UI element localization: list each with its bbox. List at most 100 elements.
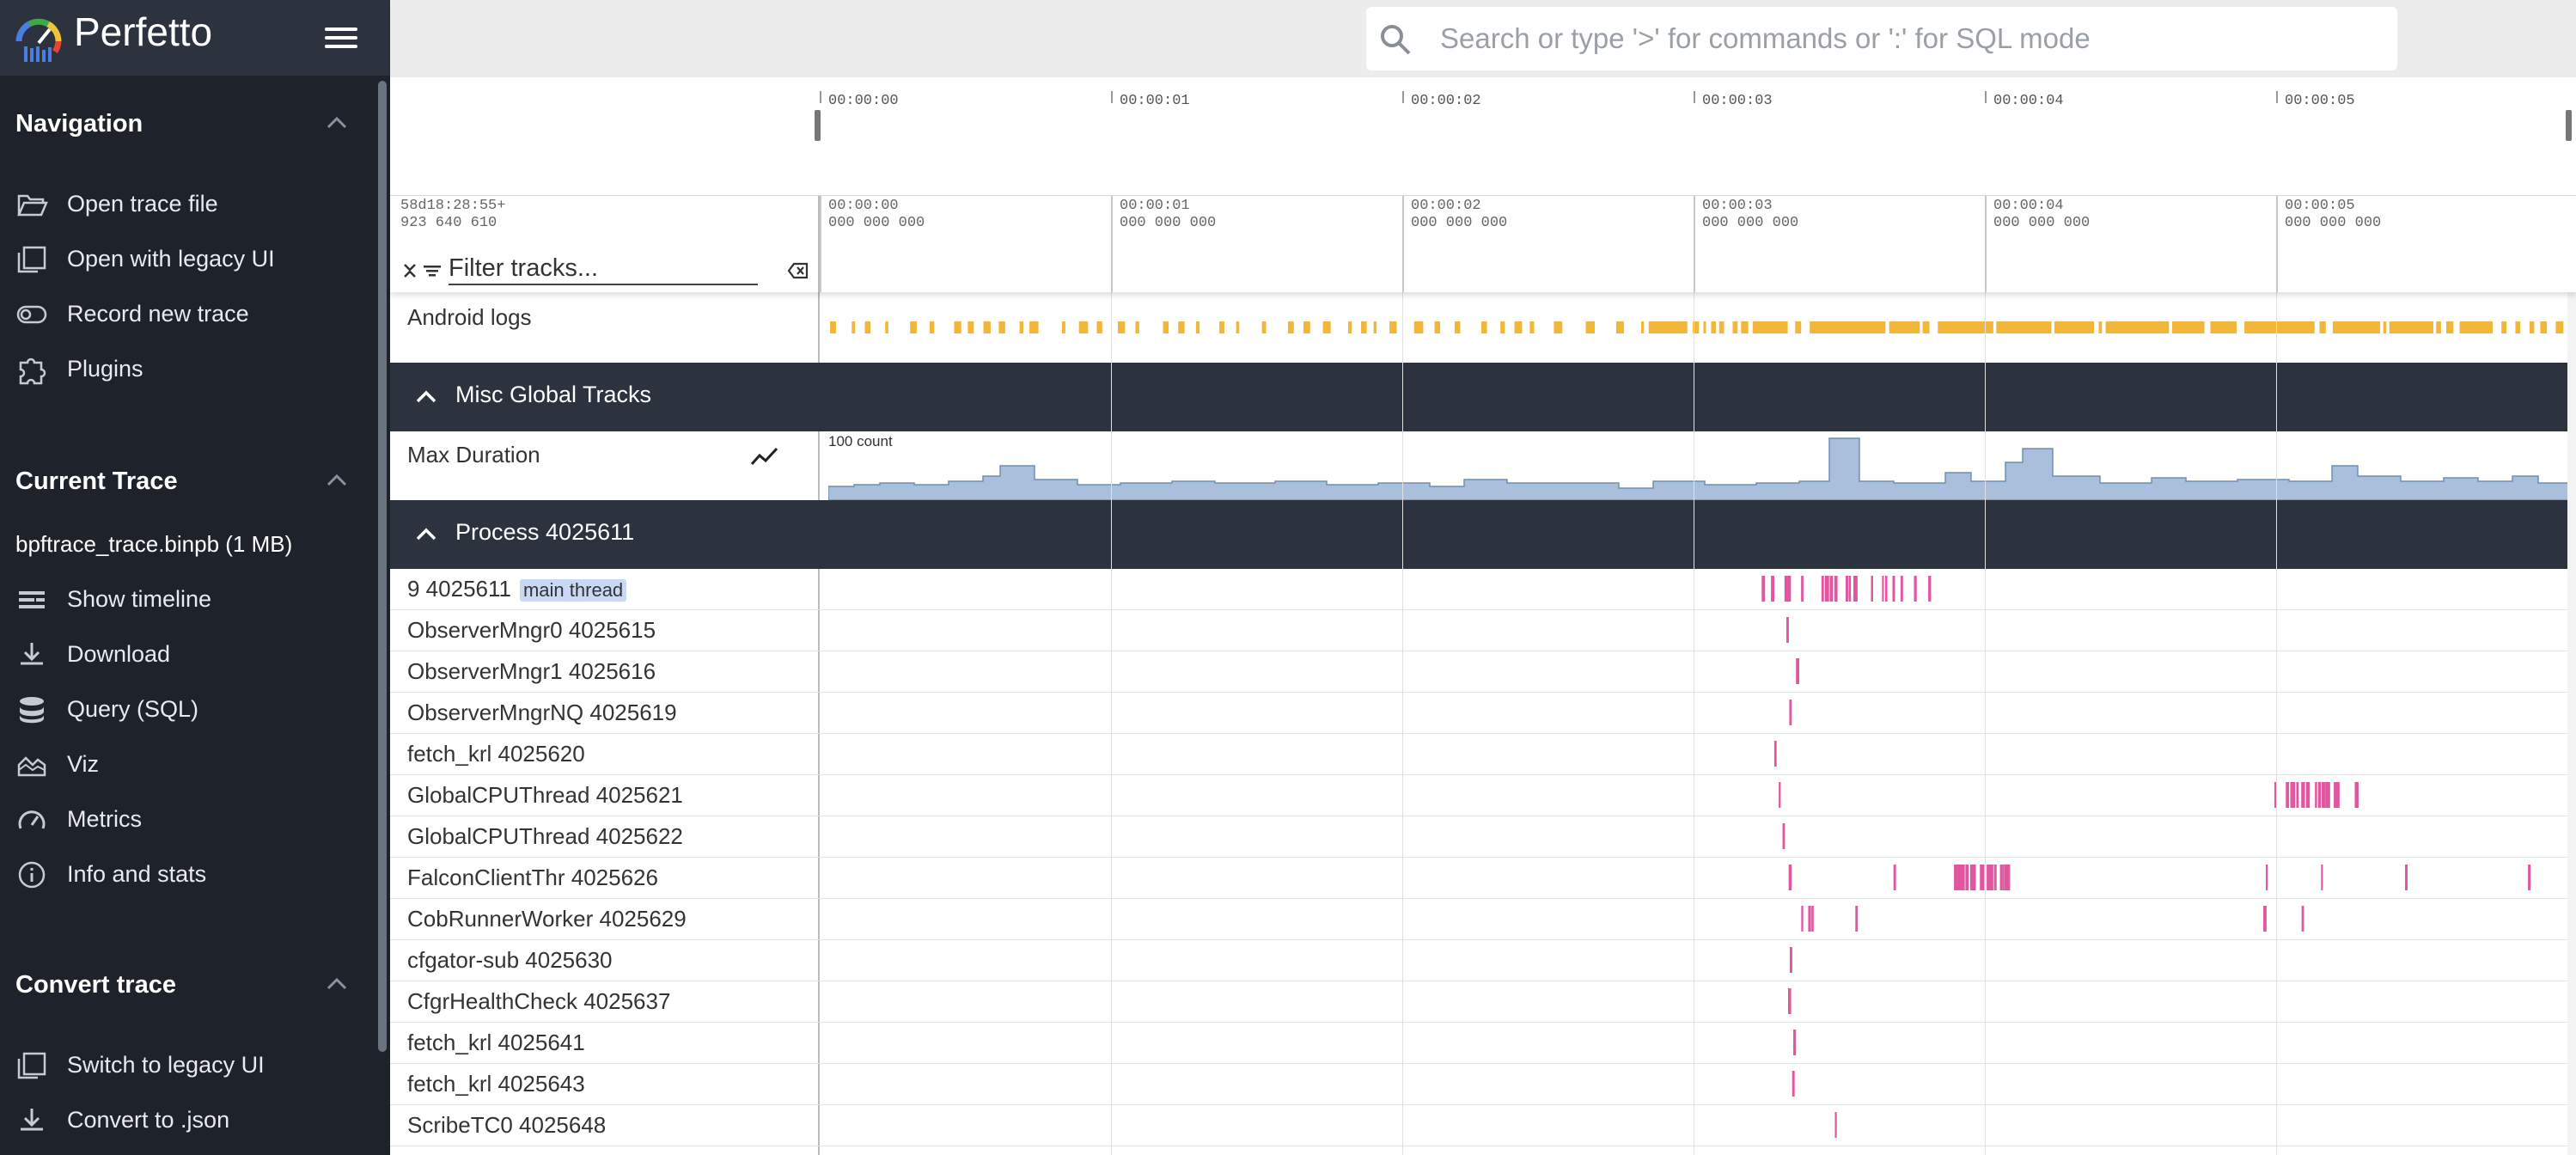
thread-track[interactable]: GlobalCPUThread 4025622 (390, 816, 2569, 858)
chevron-up-icon[interactable] (321, 466, 352, 497)
sidebar-item-label: Plugins (67, 356, 143, 382)
thread-slices[interactable] (821, 780, 2569, 811)
thread-slices[interactable] (821, 657, 2569, 688)
track-group-process[interactable]: Process 4025611 (390, 500, 2569, 569)
trace-mark (1779, 782, 1781, 808)
sidebar-item-open-trace-file[interactable]: Open trace file (0, 180, 378, 229)
thread-slices[interactable] (821, 1110, 2569, 1141)
thread-track[interactable]: CfgrHealthCheck 4025637 (390, 981, 2569, 1023)
sidebar-item-convert-json[interactable]: Convert to .json (0, 1097, 378, 1145)
time-axis-label: 00:00:05 000 000 000 (2285, 198, 2381, 232)
chevron-up-icon[interactable] (412, 383, 440, 411)
thread-slices[interactable] (821, 739, 2569, 770)
perfetto-logo-icon[interactable] (12, 12, 65, 65)
thread-track[interactable]: ObserverMngrNQ 4025619 (390, 693, 2569, 734)
filter-tracks-input[interactable] (449, 253, 758, 285)
max-duration-counter-chart[interactable] (828, 431, 2569, 500)
chevron-up-icon[interactable] (321, 108, 352, 139)
sidebar-item-plugins[interactable]: Plugins (0, 345, 378, 394)
convert-trace-section-title[interactable]: Convert trace (15, 971, 176, 999)
sidebar-item-download[interactable]: Download (0, 631, 378, 679)
sidebar-item-open-legacy-ui[interactable]: Open with legacy UI (0, 235, 378, 284)
menu-icon[interactable] (325, 22, 363, 53)
thread-track[interactable]: CobRunnerWorker 4025629 (390, 899, 2569, 940)
trace-mark (1771, 576, 1775, 602)
trace-mark (2515, 321, 2521, 333)
track-android-logs[interactable]: Android logs (390, 292, 2569, 363)
track-panel-scrollbar[interactable] (2567, 292, 2576, 1155)
topbar (390, 0, 2576, 77)
chevron-up-icon[interactable] (412, 521, 440, 548)
android-logs-marks[interactable] (821, 320, 2569, 337)
perfetto-ui: Perfetto Navigation Open trace file Open… (0, 0, 2576, 1155)
thread-track[interactable]: ScribeTC0 4025648 (390, 1105, 2569, 1146)
thread-slices[interactable] (821, 698, 2569, 729)
sidebar-scrollbar[interactable] (378, 81, 387, 1052)
thread-track[interactable]: 9 4025611 main thread (390, 569, 2569, 610)
thread-track[interactable]: fetch_krl 4025641 (390, 1023, 2569, 1064)
trace-mark (1914, 576, 1917, 602)
overview-timeline[interactable]: 00:00:00 00:00:01 00:00:02 00:00:03 00:0… (390, 77, 2576, 196)
thread-track[interactable]: fetch_krl 4025620 (390, 734, 2569, 775)
trace-mark (2325, 782, 2328, 808)
thread-slices[interactable] (821, 574, 2569, 605)
thread-slices[interactable] (821, 615, 2569, 646)
trace-mark (2528, 865, 2531, 890)
thread-slices[interactable] (821, 987, 2569, 1018)
sidebar-item-switch-legacy-ui[interactable]: Switch to legacy UI (0, 1042, 378, 1090)
thread-track[interactable]: ObserverMngr1 4025616 (390, 651, 2569, 693)
trace-mark (1752, 321, 1788, 333)
search-input[interactable] (1440, 15, 2377, 62)
navigation-section-title[interactable]: Navigation (15, 110, 143, 138)
trace-mark (1785, 576, 1789, 602)
trace-mark (2383, 321, 2387, 333)
trace-mark (1810, 321, 1886, 333)
thread-slices[interactable] (821, 904, 2569, 935)
thread-track[interactable]: FalconClientThr 4025626 (390, 858, 2569, 899)
trace-mark (830, 321, 836, 333)
thread-track[interactable]: ObserverMngr0 4025615 (390, 610, 2569, 651)
sidebar-item-record-new-trace[interactable]: Record new trace (0, 290, 378, 339)
trace-mark (2210, 321, 2237, 333)
sidebar-item-viz[interactable]: Viz (0, 741, 378, 789)
thread-slices[interactable] (821, 945, 2569, 976)
thread-track[interactable]: fetch_krl 4025643 (390, 1064, 2569, 1105)
track-max-duration[interactable]: Max Duration 100 count (390, 431, 2569, 500)
trace-mark (2171, 321, 2205, 333)
trace-mark (2006, 865, 2011, 890)
thread-track[interactable] (390, 1146, 2569, 1155)
line-chart-icon[interactable] (749, 443, 780, 469)
search-icon (1381, 25, 1411, 55)
trace-mark (1711, 321, 1717, 333)
clear-filter-icon[interactable] (787, 260, 809, 282)
thread-track[interactable]: cfgator-sub 4025630 (390, 940, 2569, 981)
thread-slices[interactable] (821, 1069, 2569, 1100)
chevron-up-icon[interactable] (321, 969, 352, 1000)
thread-track-title: ScribeTC0 4025648 (407, 1112, 607, 1138)
trace-mark (1789, 700, 1792, 725)
sidebar-item-info-and-stats[interactable]: Info and stats (0, 851, 378, 899)
track-shell: ObserverMngr0 4025615 (390, 610, 820, 651)
trace-mark (1788, 576, 1792, 602)
track-shell: ObserverMngr1 4025616 (390, 651, 820, 692)
trace-mark (2105, 321, 2170, 333)
thread-slices[interactable] (821, 1028, 2569, 1059)
sidebar-item-query-sql[interactable]: Query (SQL) (0, 686, 378, 734)
time-axis-tick (1402, 196, 1404, 292)
collapse-all-icon[interactable] (399, 260, 421, 282)
sidebar-item-metrics[interactable]: Metrics (0, 796, 378, 844)
trace-mark (2529, 321, 2535, 333)
thread-track[interactable]: GlobalCPUThread 4025621 (390, 775, 2569, 816)
thread-slices[interactable] (821, 863, 2569, 894)
current-trace-section-title[interactable]: Current Trace (15, 468, 178, 496)
overview-end-handle[interactable] (2566, 110, 2572, 141)
sidebar-item-show-timeline[interactable]: Show timeline (0, 576, 378, 624)
thread-slices[interactable] (821, 822, 2569, 852)
trace-mark (1871, 576, 1873, 602)
trace-mark (1796, 658, 1800, 684)
overview-start-handle[interactable] (815, 110, 821, 141)
trace-mark (1801, 906, 1804, 932)
track-group-misc-global[interactable]: Misc Global Tracks (390, 363, 2569, 431)
trace-mark (910, 321, 917, 333)
grid-line (2276, 292, 2277, 1155)
